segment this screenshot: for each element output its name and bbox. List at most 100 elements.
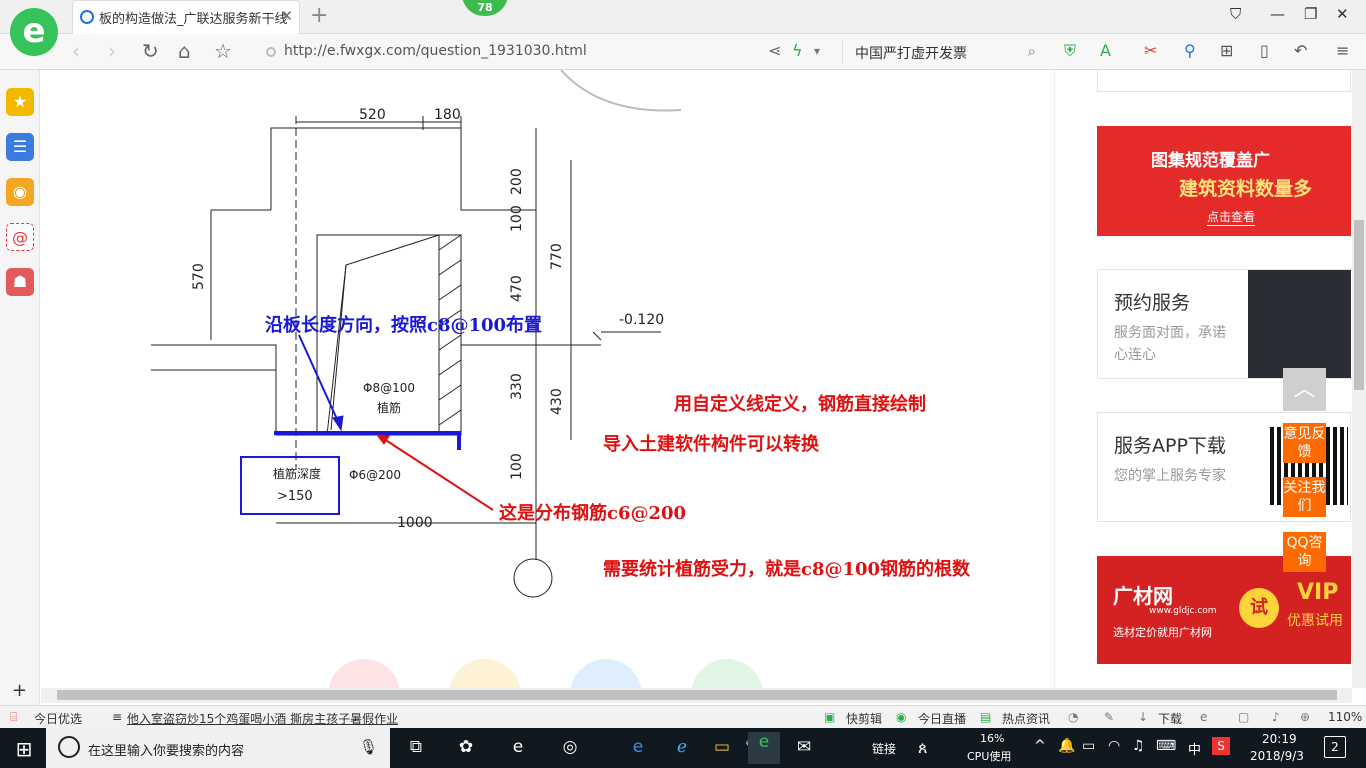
favorite-button[interactable] bbox=[449, 659, 521, 688]
browser-tab[interactable]: 板的构造做法_广联达服务新干线 ✕ bbox=[72, 0, 300, 34]
search-input[interactable]: 中国严打虚开发票 ⌕ bbox=[842, 40, 1042, 64]
depth-label: 植筋深度 bbox=[273, 466, 321, 481]
ad-banner-gldjc[interactable]: 广材网 www.gldjc.com 选材定价就用广材网 试 VIP 优惠试用 bbox=[1097, 556, 1351, 664]
red-arrowhead bbox=[375, 434, 390, 445]
screenshot-icon[interactable]: ✂ bbox=[1144, 41, 1157, 60]
search-text: 中国严打虚开发票 bbox=[855, 46, 967, 62]
chevron-down-icon[interactable]: ▾ bbox=[814, 44, 820, 58]
live-link[interactable]: 今日直播 bbox=[918, 710, 966, 727]
share-button[interactable] bbox=[570, 659, 642, 688]
vertical-scrollbar[interactable] bbox=[1352, 70, 1366, 688]
horizontal-scrollbar[interactable] bbox=[41, 688, 1352, 703]
email-icon[interactable]: @ bbox=[6, 223, 34, 251]
volume-icon[interactable]: ♪ bbox=[1272, 710, 1280, 724]
dim-text: 470 bbox=[509, 275, 525, 302]
wifi-icon[interactable]: ◠ bbox=[1108, 738, 1120, 754]
today-picks-link[interactable]: 今日优选 bbox=[34, 710, 82, 727]
page-favicon-icon bbox=[80, 10, 94, 24]
download-link[interactable]: 下载 bbox=[1158, 710, 1182, 727]
link-label[interactable]: 链接 bbox=[872, 740, 896, 757]
close-tab-icon[interactable]: ✕ bbox=[280, 7, 293, 25]
keyboard-icon[interactable]: ⌨ bbox=[1156, 738, 1176, 754]
pin-icon[interactable]: ✎ bbox=[1104, 710, 1114, 724]
browser-e-icon[interactable]: e bbox=[506, 737, 530, 759]
reading-list-icon[interactable]: ☰ bbox=[6, 133, 34, 161]
active-browser-icon[interactable]: e bbox=[748, 732, 780, 764]
undo-icon[interactable]: ↶ bbox=[1294, 41, 1307, 60]
restore-button[interactable]: ❐ bbox=[1304, 5, 1317, 23]
speed-icon[interactable]: ϟ bbox=[792, 41, 803, 60]
score-badge[interactable]: 78 bbox=[462, 0, 508, 16]
chat-app-icon[interactable]: ◎ bbox=[558, 737, 582, 759]
microphone-icon[interactable]: 🎙 bbox=[359, 738, 378, 756]
zoom-level[interactable]: 110% bbox=[1328, 710, 1362, 724]
new-tab-button[interactable]: + bbox=[310, 3, 328, 28]
qq-consult-button[interactable]: QQ咨询 bbox=[1283, 532, 1326, 572]
file-explorer-icon[interactable]: ▭ bbox=[710, 737, 734, 759]
card-title: 预约服务 bbox=[1114, 292, 1191, 314]
game-icon[interactable]: ☗ bbox=[6, 268, 34, 296]
weibo-icon[interactable]: ◉ bbox=[6, 178, 34, 206]
speed-dial-icon[interactable]: ◔ bbox=[1068, 710, 1078, 724]
home-icon[interactable]: ⌂ bbox=[178, 39, 191, 63]
clock-time[interactable]: 20:19 bbox=[1262, 732, 1297, 746]
fan-app-icon[interactable]: ✿ bbox=[454, 737, 478, 759]
appointment-card[interactable]: 预约服务 服务面对面，承诺心连心 bbox=[1097, 269, 1351, 379]
windows-start-icon[interactable]: ⊞ bbox=[12, 737, 36, 761]
site-info-icon[interactable] bbox=[266, 47, 276, 57]
windows-taskbar: ⊞ 在这里输入你要搜索的内容 🎙 ⧉ ✿ e ◎ e ℯ ▭ ✎ e ✉ 链接 … bbox=[0, 728, 1366, 768]
ad-banner-atlas[interactable]: 图集规范覆盖广 建筑资料数量多 点击查看 bbox=[1097, 126, 1351, 236]
url-input[interactable]: http://e.fwxgx.com/question_1931030.html bbox=[260, 40, 840, 64]
back-icon[interactable]: ‹ bbox=[72, 39, 80, 63]
favorites-icon[interactable]: ★ bbox=[6, 88, 34, 116]
blue-arrowhead bbox=[332, 415, 344, 432]
menu-icon[interactable]: ≡ bbox=[1336, 41, 1349, 60]
mail-icon[interactable]: ✉ bbox=[792, 737, 816, 759]
like-button[interactable] bbox=[328, 659, 400, 688]
translate-icon[interactable]: A bbox=[1100, 41, 1111, 60]
back-to-top-button[interactable]: ︿ bbox=[1283, 368, 1326, 411]
tray-expand-icon[interactable]: ^ bbox=[1034, 738, 1046, 754]
ime-indicator[interactable]: 中 bbox=[1188, 739, 1201, 758]
task-view-icon[interactable]: ⧉ bbox=[404, 737, 428, 759]
bell-icon[interactable]: 🔔 bbox=[1058, 738, 1075, 754]
ie-mode-icon[interactable]: e bbox=[1200, 710, 1207, 724]
battery-icon[interactable]: ▭ bbox=[1082, 738, 1095, 754]
cpu-label: CPU使用 bbox=[967, 750, 1012, 763]
forward-icon[interactable]: › bbox=[108, 39, 116, 63]
vertical-scroll-thumb[interactable] bbox=[1354, 220, 1364, 390]
search-icon[interactable]: ⌕ bbox=[1028, 42, 1036, 60]
shield-icon[interactable]: ⛨ bbox=[1064, 41, 1076, 61]
ad-view-button[interactable]: 点击查看 bbox=[1207, 208, 1256, 226]
shirt-icon[interactable]: ⛉ bbox=[1230, 5, 1241, 23]
taskbar-search-placeholder: 在这里输入你要搜索的内容 bbox=[88, 744, 245, 759]
window-icon[interactable]: ▢ bbox=[1238, 710, 1249, 724]
share-icon[interactable]: ⋖ bbox=[768, 41, 781, 60]
refresh-icon[interactable]: ↻ bbox=[142, 39, 159, 63]
top-button[interactable] bbox=[691, 659, 763, 688]
taskbar-search-input[interactable]: 在这里输入你要搜索的内容 🎙 bbox=[46, 728, 390, 768]
edge-icon[interactable]: e bbox=[626, 737, 650, 759]
hot-news-link[interactable]: 热点资讯 bbox=[1002, 710, 1050, 727]
apps-icon[interactable]: ⊞ bbox=[1220, 41, 1233, 60]
horizontal-scroll-thumb[interactable] bbox=[57, 690, 1337, 700]
sogou-icon[interactable]: S bbox=[1212, 737, 1230, 755]
follow-button[interactable]: 关注我们 bbox=[1283, 477, 1326, 517]
kuaijian-link[interactable]: 快剪辑 bbox=[846, 710, 882, 727]
clock-date[interactable]: 2018/9/3 bbox=[1250, 749, 1304, 763]
add-sidebar-icon[interactable]: + bbox=[12, 680, 27, 701]
speaker-icon[interactable]: ♫ bbox=[1132, 738, 1145, 754]
minimize-button[interactable]: — bbox=[1270, 5, 1285, 23]
news-ticker-link[interactable]: 他入室盗窃炒15个鸡蛋喝小酒 撕房主孩子暑假作业 bbox=[127, 710, 398, 727]
ie-icon[interactable]: ℯ bbox=[670, 737, 694, 759]
feedback-button[interactable]: 意见反馈 bbox=[1283, 423, 1326, 463]
device-icon[interactable]: ▯ bbox=[1260, 41, 1269, 60]
close-window-button[interactable]: ✕ bbox=[1336, 5, 1349, 23]
magnifier-icon[interactable]: ⚲ bbox=[1184, 41, 1196, 60]
annotation-red: 用自定义线定义，钢筋直接绘制 bbox=[674, 393, 926, 415]
bookmark-star-icon[interactable]: ☆ bbox=[214, 39, 232, 63]
ad-vip-sub: 优惠试用 bbox=[1287, 613, 1343, 629]
people-icon[interactable]: ጰ bbox=[918, 738, 928, 758]
notification-center-icon[interactable]: 2 bbox=[1324, 736, 1346, 758]
browser-logo-icon[interactable]: e bbox=[10, 8, 58, 56]
